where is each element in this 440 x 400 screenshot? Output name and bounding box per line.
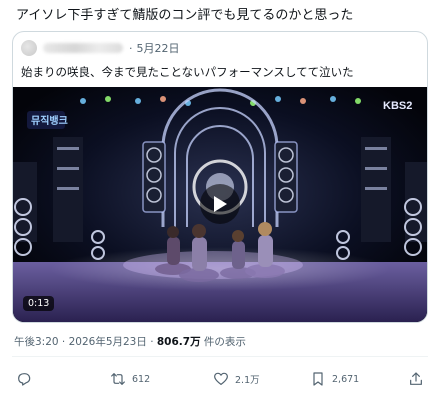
like-count: 2.1万 xyxy=(235,375,260,386)
like-button[interactable]: 2.1万 xyxy=(213,371,260,387)
quoted-tweet-text: 始まりの咲良、今まで見たことないパフォーマンスしてて泣いた xyxy=(21,65,354,79)
quoted-tweet-card[interactable]: · 5月22日 始まりの咲良、今まで見たことないパフォーマンスしてて泣いた 뮤직… xyxy=(12,31,428,323)
bookmark-icon xyxy=(313,372,323,386)
action-bar: 612 2.1万 2,671 xyxy=(0,366,440,392)
reply-button[interactable] xyxy=(16,371,32,387)
blurred-username xyxy=(43,43,123,53)
play-icon xyxy=(214,196,227,212)
show-logo: 뮤직뱅크 xyxy=(31,114,68,127)
repost-button[interactable]: 612 xyxy=(110,371,150,387)
bookmark-count: 2,671 xyxy=(332,373,360,385)
share-button[interactable] xyxy=(408,371,424,387)
tweet-text: アイソレ下手すぎて鯖版のコン評でも見てるのかと思った xyxy=(16,8,354,23)
view-label: 件の表示 xyxy=(200,336,246,348)
heart-icon xyxy=(214,372,228,385)
share-icon xyxy=(410,372,422,385)
video-duration: 0:13 xyxy=(23,296,55,311)
video-player[interactable]: 뮤직뱅크 KBS2 0:13 xyxy=(13,87,427,322)
quoted-tweet-date[interactable]: 5月22日 xyxy=(137,40,180,56)
quoted-tweet-header: · 5月22日 xyxy=(21,39,180,57)
broadcaster-logo: KBS2 xyxy=(383,100,412,112)
reply-icon xyxy=(18,373,31,386)
play-button[interactable] xyxy=(200,184,240,224)
divider xyxy=(12,356,428,357)
tweet-meta: 午後3:20 · 2026年5月23日 · 806.7万 件の表示 xyxy=(14,334,246,349)
tweet-timestamp[interactable]: 午後3:20 · 2026年5月23日 · xyxy=(14,336,157,348)
tweet-detail: アイソレ下手すぎて鯖版のコン評でも見てるのかと思った · 5月22日 始まりの咲… xyxy=(0,0,440,400)
avatar[interactable] xyxy=(21,40,37,56)
bookmark-button[interactable]: 2,671 xyxy=(310,371,359,387)
repost-icon xyxy=(111,373,125,385)
view-count: 806.7万 xyxy=(156,336,201,348)
separator-dot: · xyxy=(129,41,133,55)
repost-count: 612 xyxy=(132,373,151,385)
